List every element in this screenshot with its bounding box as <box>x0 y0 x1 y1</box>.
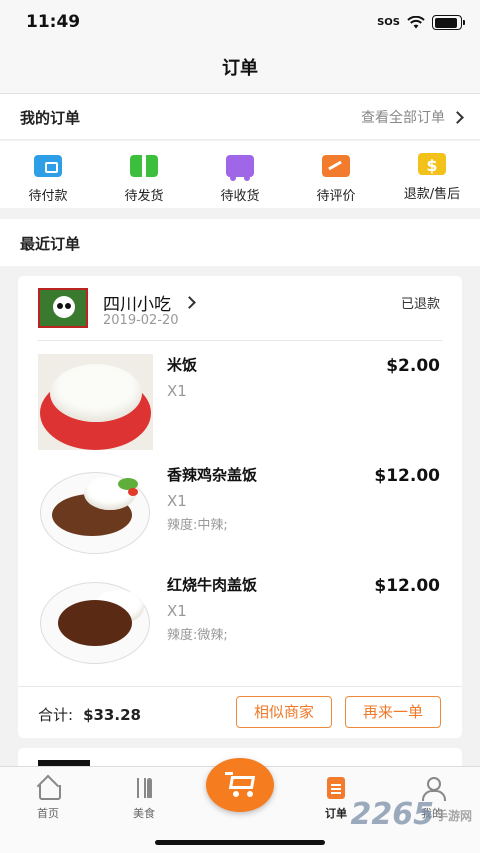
status-refund-aftersale[interactable]: $ 退款/售后 <box>384 141 480 208</box>
item-price: $12.00 <box>374 576 440 596</box>
refund-icon: $ <box>418 153 446 175</box>
status-pending-review[interactable]: 待评价 <box>288 141 384 208</box>
cart-icon <box>225 772 256 797</box>
sos-indicator: SOS <box>377 17 400 28</box>
item-name: 香辣鸡杂盖饭 <box>167 466 258 484</box>
status-label: 待发货 <box>124 189 164 204</box>
order-status-shortcuts: 待付款 待发货 待收货 待评价 $ 退款/售后 <box>0 141 480 208</box>
order-item[interactable]: 香辣鸡杂盖饭 X1 辣度:中辣; $12.00 <box>38 464 442 560</box>
food-icon <box>132 777 156 799</box>
my-orders-label: 我的订单 <box>20 109 81 127</box>
item-quantity: X1 <box>167 382 187 400</box>
tab-label: 首页 <box>37 807 59 820</box>
chevron-right-icon <box>451 110 464 124</box>
home-icon <box>36 777 61 800</box>
view-all-orders-label: 查看全部订单 <box>361 110 445 126</box>
order-card: 四川小吃 2019-02-20 已退款 米饭 X1 $2.00 香辣鸡杂盖饭 X… <box>18 276 462 738</box>
shop-name-link[interactable]: 四川小吃 <box>103 290 196 315</box>
wifi-icon <box>407 16 425 29</box>
status-label: 待付款 <box>28 189 68 204</box>
package-icon <box>130 155 158 177</box>
item-name: 红烧牛肉盖饭 <box>167 576 258 594</box>
cart-button[interactable] <box>206 758 274 812</box>
watermark: 2265 手游网 <box>350 797 472 832</box>
divider <box>38 340 442 341</box>
tab-label: 美食 <box>133 807 155 820</box>
nav-bar: 订单 <box>0 44 480 94</box>
status-pending-receipt[interactable]: 待收货 <box>192 141 288 208</box>
divider <box>18 686 462 687</box>
recent-orders-header: 最近订单 <box>0 219 480 266</box>
status-label: 退款/售后 <box>403 187 461 202</box>
reorder-button[interactable]: 再来一单 <box>345 696 441 728</box>
item-name: 米饭 <box>167 356 198 374</box>
status-pending-shipment[interactable]: 待发货 <box>96 141 192 208</box>
status-indicators: SOS <box>377 15 465 30</box>
watermark-text: 2265 <box>350 797 434 832</box>
status-bar: 11:49 SOS <box>0 0 480 44</box>
recent-orders-label: 最近订单 <box>20 235 81 253</box>
total-label: 合计: <box>38 706 74 724</box>
item-quantity: X1 <box>167 602 187 620</box>
profile-icon <box>420 777 446 801</box>
order-item[interactable]: 红烧牛肉盖饭 X1 辣度:微辣; $12.00 <box>38 574 442 670</box>
status-time: 11:49 <box>26 12 81 32</box>
status-label: 待评价 <box>316 189 356 204</box>
my-orders-header: 我的订单 查看全部订单 <box>0 94 480 140</box>
watermark-sub: 手游网 <box>435 809 472 823</box>
item-price: $12.00 <box>374 466 440 486</box>
page-title: 订单 <box>222 58 258 79</box>
order-status-badge: 已退款 <box>400 297 440 312</box>
item-quantity: X1 <box>167 492 187 510</box>
order-item[interactable]: 米饭 X1 $2.00 <box>38 354 442 450</box>
chevron-right-icon <box>183 296 196 309</box>
order-icon <box>327 777 345 799</box>
wallet-icon <box>34 155 62 177</box>
item-price: $2.00 <box>386 356 440 376</box>
view-all-orders-link[interactable]: 查看全部订单 <box>361 107 464 127</box>
tab-home[interactable]: 首页 <box>0 777 96 821</box>
order-total: 合计: $33.28 <box>38 704 141 725</box>
shop-logo <box>38 288 88 328</box>
total-value: $33.28 <box>83 706 141 724</box>
item-photo <box>38 574 153 670</box>
tab-food[interactable]: 美食 <box>96 777 192 821</box>
item-option: 辣度:微辣; <box>167 628 228 643</box>
truck-icon <box>226 155 254 181</box>
shop-name: 四川小吃 <box>103 295 171 315</box>
battery-icon <box>432 15 465 30</box>
item-photo <box>38 464 153 560</box>
order-date: 2019-02-20 <box>103 313 179 328</box>
status-pending-payment[interactable]: 待付款 <box>0 141 96 208</box>
review-icon <box>322 155 350 177</box>
similar-shops-button[interactable]: 相似商家 <box>236 696 332 728</box>
home-indicator[interactable] <box>155 840 325 845</box>
item-photo <box>38 354 153 450</box>
status-label: 待收货 <box>220 189 260 204</box>
item-option: 辣度:中辣; <box>167 518 228 533</box>
